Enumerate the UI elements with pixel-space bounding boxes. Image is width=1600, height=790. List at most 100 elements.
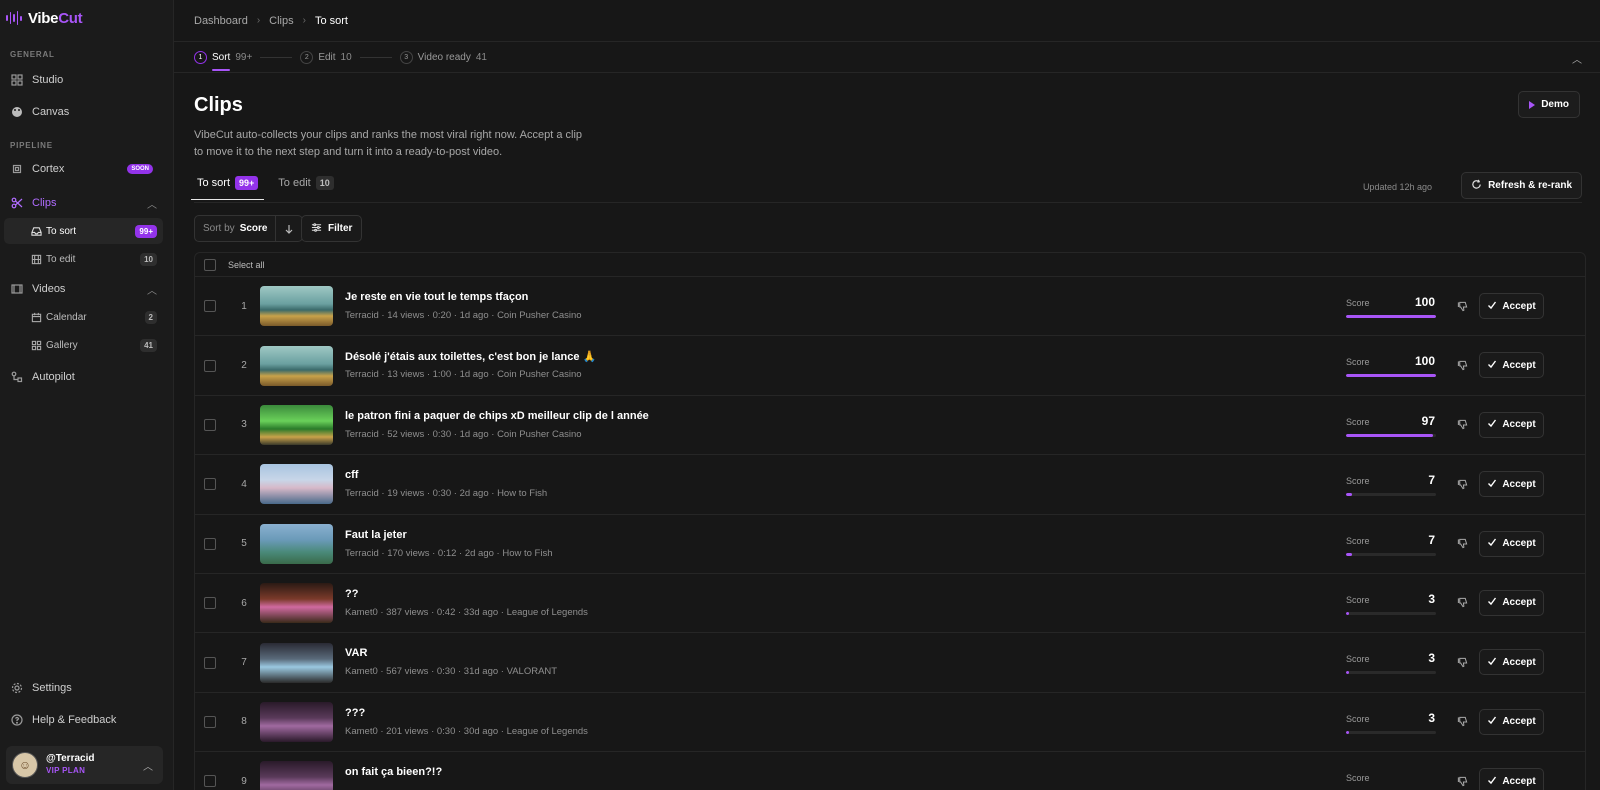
accept-button[interactable]: Accept — [1479, 708, 1544, 735]
breadcrumb-dashboard[interactable]: Dashboard — [194, 15, 248, 27]
thumbs-down-icon[interactable] — [1455, 299, 1469, 313]
row-checkbox[interactable] — [204, 597, 216, 610]
row-checkbox[interactable] — [204, 359, 216, 372]
calendar-icon — [30, 311, 42, 323]
row-checkbox[interactable] — [204, 418, 216, 431]
sort-by-value: Score — [239, 223, 268, 234]
row-checkbox[interactable] — [204, 715, 216, 728]
sidebar-item-autopilot[interactable]: Autopilot — [0, 362, 173, 392]
sidebar-item-canvas[interactable]: Canvas — [0, 97, 173, 127]
logo[interactable]: VibeCut — [0, 0, 173, 36]
clip-thumbnail[interactable] — [260, 701, 333, 742]
page-description: VibeCut auto-collects your clips and ran… — [194, 129, 583, 158]
table-row[interactable]: 3 le patron fini a paquer de chips xD me… — [195, 396, 1585, 456]
breadcrumb-clips[interactable]: Clips — [269, 15, 293, 27]
step-edit[interactable]: 2 Edit 10 — [300, 50, 352, 64]
sidebar-item-to-sort[interactable]: To sort 99+ — [4, 218, 163, 244]
thumbs-down-icon[interactable] — [1455, 537, 1469, 551]
score-value: 3 — [1428, 591, 1435, 606]
row-checkbox[interactable] — [204, 656, 216, 669]
thumbs-down-icon[interactable] — [1455, 655, 1469, 669]
clip-meta: Terracid · 19 views · 0:30 · 2d ago · Ho… — [345, 488, 548, 500]
clip-thumbnail[interactable] — [260, 345, 333, 386]
clip-thumbnail[interactable] — [260, 464, 333, 505]
sidebar-item-clips[interactable]: Clips ︿ — [0, 188, 173, 218]
clip-title[interactable]: Je reste en vie tout le temps tfaçon — [345, 291, 528, 303]
table-row[interactable]: 8 ??? Kamet0 · 201 views · 0:30 · 30d ag… — [195, 693, 1585, 753]
table-row[interactable]: 5 Faut la jeter Terracid · 170 views · 0… — [195, 515, 1585, 574]
clip-thumbnail[interactable] — [260, 286, 333, 327]
row-checkbox[interactable] — [204, 537, 216, 550]
sidebar-item-videos[interactable]: Videos ︿ — [0, 274, 173, 304]
filter-button[interactable]: Filter — [301, 215, 363, 242]
sidebar-item-help[interactable]: Help & Feedback — [0, 705, 173, 735]
sidebar-item-cortex[interactable]: Cortex SOON — [0, 154, 173, 184]
accept-button[interactable]: Accept — [1479, 768, 1544, 790]
table-row[interactable]: 4 cff Terracid · 19 views · 0:30 · 2d ag… — [195, 455, 1585, 515]
clip-thumbnail[interactable] — [260, 642, 333, 683]
table-row[interactable]: 2 Désolé j'étais aux toilettes, c'est bo… — [195, 336, 1585, 396]
thumbs-down-icon[interactable] — [1455, 418, 1469, 432]
user-menu[interactable]: ☺ @Terracid VIP PLAN ︿ — [6, 746, 163, 784]
thumbs-down-icon[interactable] — [1455, 774, 1469, 788]
clip-meta: Kamet0 · 387 views · 0:42 · 33d ago · Le… — [345, 606, 588, 618]
accept-button[interactable]: Accept — [1479, 589, 1544, 616]
clip-title[interactable]: Désolé j'étais aux toilettes, c'est bon … — [345, 350, 596, 363]
scrollbar[interactable] — [1592, 42, 1600, 790]
score-label: Score — [1346, 594, 1370, 605]
table-row[interactable]: 7 VAR Kamet0 · 567 views · 0:30 · 31d ag… — [195, 633, 1585, 693]
demo-button[interactable]: Demo — [1518, 91, 1580, 118]
clip-thumbnail[interactable] — [260, 523, 333, 564]
thumbs-down-icon[interactable] — [1455, 477, 1469, 491]
accept-button[interactable]: Accept — [1479, 293, 1544, 319]
table-row[interactable]: 9 on fait ça bieen?!? Score Accept — [195, 752, 1585, 790]
chevron-up-icon[interactable]: ︿ — [147, 282, 157, 297]
row-checkbox[interactable] — [204, 478, 216, 491]
clip-thumbnail[interactable] — [260, 761, 333, 790]
accept-button[interactable]: Accept — [1479, 649, 1544, 676]
accept-button[interactable]: Accept — [1479, 530, 1544, 557]
thumbs-down-icon[interactable] — [1455, 358, 1469, 372]
table-row[interactable]: 1 Je reste en vie tout le temps tfaçon T… — [195, 277, 1585, 337]
sidebar-item-gallery[interactable]: Gallery 41 — [4, 332, 163, 358]
table-body: 1 Je reste en vie tout le temps tfaçon T… — [195, 277, 1585, 790]
row-checkbox[interactable] — [204, 300, 216, 313]
sidebar-item-studio[interactable]: Studio — [0, 65, 173, 95]
score-label: Score — [1346, 654, 1370, 665]
clip-title[interactable]: on fait ça bieen?!? — [345, 766, 442, 778]
step-video-ready[interactable]: 3 Video ready 41 — [399, 50, 487, 64]
table-row[interactable]: 6 ?? Kamet0 · 387 views · 0:42 · 33d ago… — [195, 574, 1585, 634]
row-rank: 2 — [241, 360, 247, 372]
arrow-down-icon[interactable] — [276, 224, 302, 234]
accept-button[interactable]: Accept — [1479, 411, 1544, 438]
sidebar-item-calendar[interactable]: Calendar 2 — [4, 304, 163, 330]
clip-title[interactable]: Faut la jeter — [345, 529, 407, 541]
check-icon — [1487, 300, 1497, 313]
tab-to-sort[interactable]: To sort 99+ — [190, 176, 265, 200]
clip-title[interactable]: VAR — [345, 647, 367, 659]
sidebar-item-to-edit[interactable]: To edit 10 — [4, 246, 163, 272]
clip-thumbnail[interactable] — [260, 583, 333, 624]
accept-button[interactable]: Accept — [1479, 352, 1544, 379]
tab-to-edit[interactable]: To edit 10 — [275, 176, 336, 200]
chevron-up-icon[interactable]: ︿ — [147, 196, 157, 211]
palette-icon — [10, 105, 24, 119]
sort-by-control[interactable]: Sort by Score — [194, 215, 304, 242]
thumbs-down-icon[interactable] — [1455, 596, 1469, 610]
step-label: Edit — [318, 51, 336, 63]
clip-title[interactable]: ??? — [345, 707, 365, 719]
refresh-rerank-button[interactable]: Refresh & re-rank — [1461, 172, 1582, 199]
thumbs-down-icon[interactable] — [1455, 715, 1469, 729]
main-content: Dashboard › Clips › To sort 1 Sort 99+ 2… — [174, 0, 1600, 790]
row-checkbox[interactable] — [204, 775, 216, 788]
chevron-up-icon[interactable]: ︿ — [1572, 51, 1582, 66]
clip-title[interactable]: cff — [345, 469, 358, 481]
accept-button[interactable]: Accept — [1479, 471, 1544, 498]
clip-title[interactable]: ?? — [345, 588, 358, 600]
avatar: ☺ — [12, 752, 38, 778]
sidebar-item-settings[interactable]: Settings — [0, 673, 173, 703]
select-all-checkbox[interactable] — [204, 258, 216, 271]
clip-thumbnail[interactable] — [260, 404, 333, 445]
step-sort[interactable]: 1 Sort 99+ — [194, 50, 252, 71]
clip-title[interactable]: le patron fini a paquer de chips xD meil… — [345, 410, 649, 422]
